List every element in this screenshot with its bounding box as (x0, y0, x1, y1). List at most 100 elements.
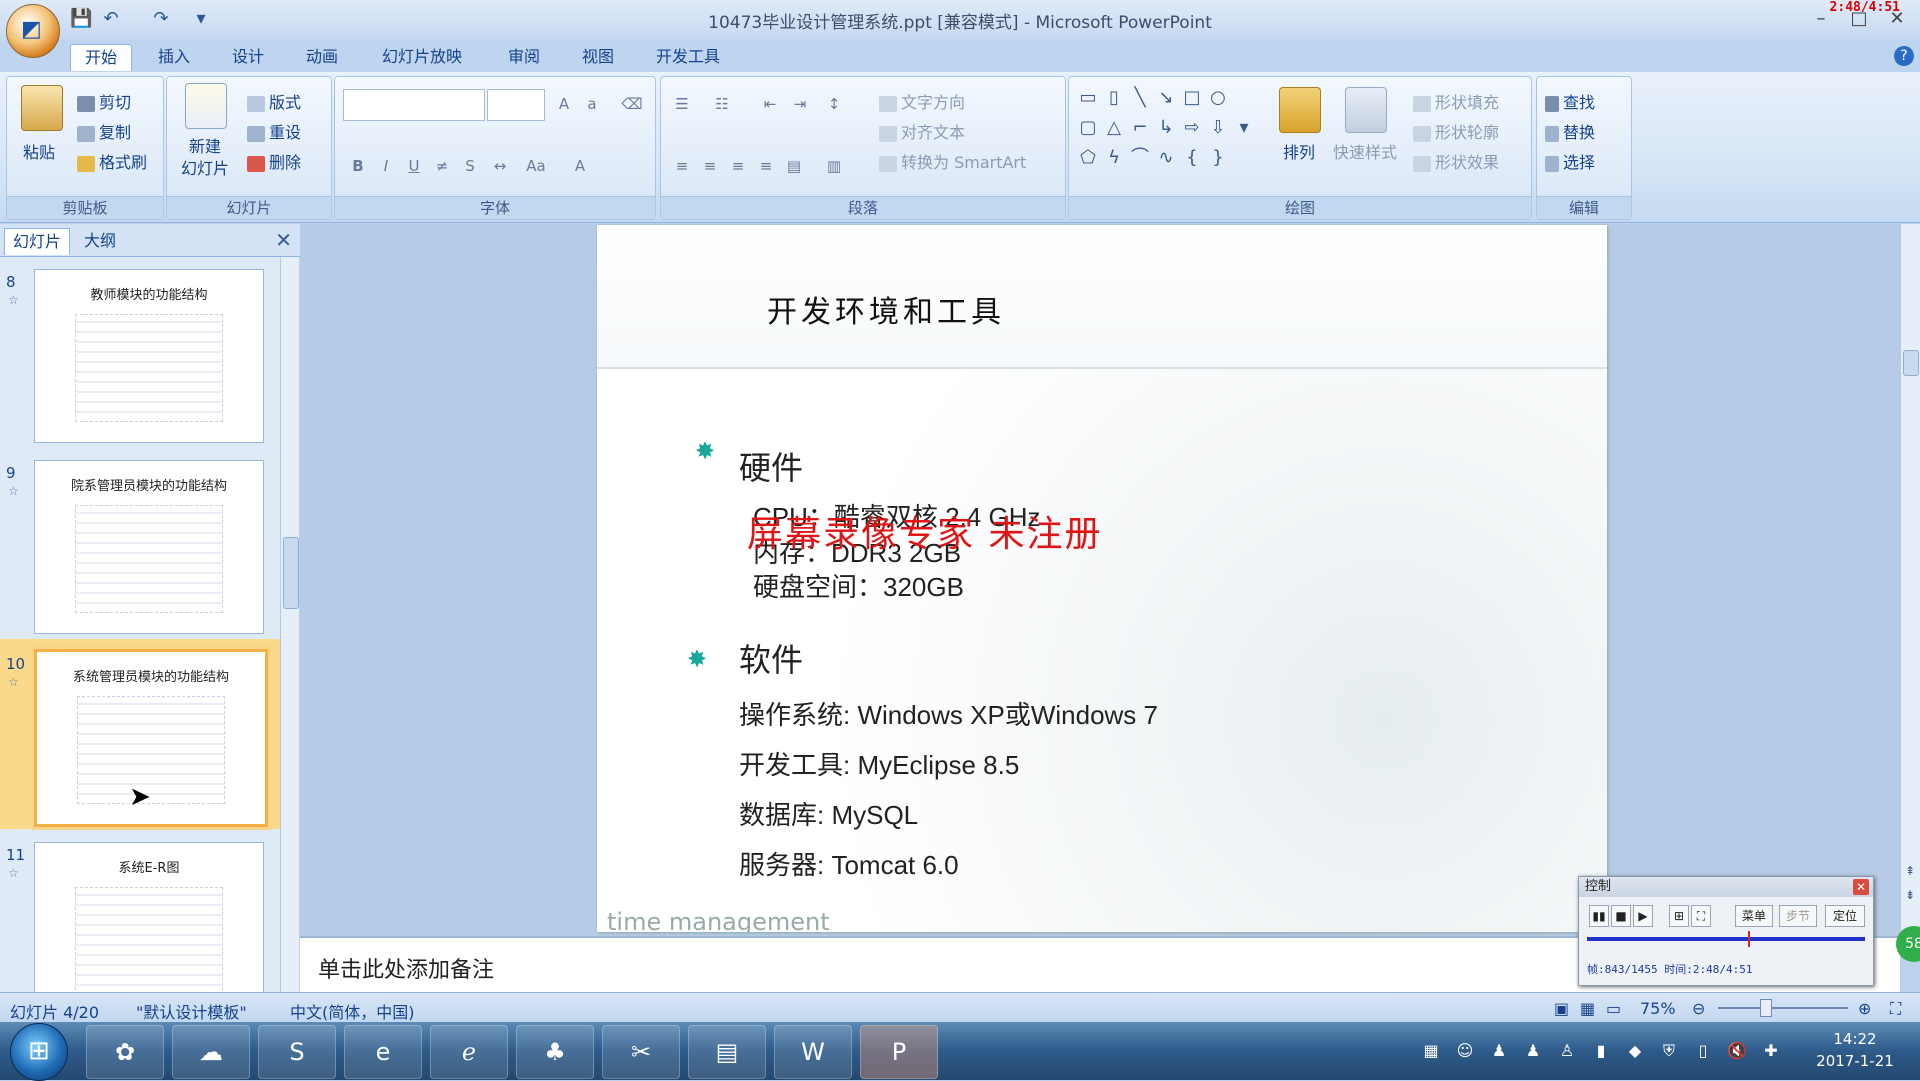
language-indicator[interactable]: 中文(简体，中国) (290, 999, 415, 1023)
tray-network-icon[interactable]: ▦ (1420, 1040, 1442, 1062)
software-item[interactable]: 服务器: Tomcat 6.0 (739, 845, 959, 882)
underline-icon[interactable]: U (401, 153, 427, 179)
arrange-button[interactable]: 排列 (1283, 139, 1315, 163)
tray-qq-icon[interactable]: ♟ (1488, 1040, 1510, 1062)
align-left-icon[interactable]: ≡ (669, 153, 695, 179)
tray-wechat-icon[interactable]: ☺ (1454, 1040, 1476, 1062)
curve-shape-icon[interactable]: ∿ (1155, 147, 1177, 169)
tab-insert[interactable]: 插入 (144, 44, 204, 70)
slide-thumbnail[interactable]: 院系管理员模块的功能结构 (34, 460, 264, 634)
zoom-slider[interactable] (1718, 1007, 1848, 1009)
zoom-slider-thumb[interactable] (1760, 999, 1772, 1017)
columns-icon[interactable]: ▥ (821, 153, 847, 179)
distribute-icon[interactable]: ▤ (781, 153, 807, 179)
grow-font-icon[interactable]: A (551, 91, 577, 117)
pane-close-icon[interactable]: ✕ (275, 228, 292, 252)
left-brace-shape-icon[interactable]: { (1181, 147, 1203, 169)
taskbar-paint-icon[interactable]: ♣ (516, 1025, 594, 1079)
shadow-icon[interactable]: S (457, 153, 483, 179)
oval-shape-icon[interactable]: ○ (1207, 87, 1229, 109)
textbox-shape-icon[interactable]: ▭ (1077, 87, 1099, 109)
font-name-combo[interactable] (343, 89, 485, 121)
tray-qq2-icon[interactable]: ♟ (1522, 1040, 1544, 1062)
increase-indent-icon[interactable]: ⇥ (787, 91, 813, 117)
taskbar-app-360-icon[interactable]: ✿ (86, 1025, 164, 1079)
save-icon[interactable]: 💾 (70, 8, 92, 30)
taskbar-ie-icon[interactable]: ℯ (430, 1025, 508, 1079)
rounded-rect-shape-icon[interactable]: ▢ (1077, 117, 1099, 139)
lightning-shape-icon[interactable]: ϟ (1103, 147, 1125, 169)
find-button[interactable]: 查找 (1545, 89, 1595, 113)
thumbnail-item-selected[interactable]: 10 ☆ 系统管理员模块的功能结构 ➤ (0, 639, 280, 829)
pentagon-shape-icon[interactable]: ⬠ (1077, 147, 1099, 169)
align-right-icon[interactable]: ≡ (725, 153, 751, 179)
elbow-arrow-shape-icon[interactable]: ↳ (1155, 117, 1177, 139)
quick-styles-button[interactable]: 快速样式 (1333, 139, 1397, 163)
next-slide-icon[interactable]: ⇟ (1905, 888, 1915, 902)
arrange-icon[interactable] (1279, 87, 1321, 133)
arrow-line-shape-icon[interactable]: ↘ (1155, 87, 1177, 109)
thumbnails-scrollbar[interactable] (280, 257, 299, 992)
shrink-font-icon[interactable]: a (579, 91, 605, 117)
tab-home[interactable]: 开始 (70, 44, 133, 71)
shape-fill-button[interactable]: 形状填充 (1413, 89, 1499, 113)
rec-progress-bar[interactable] (1587, 937, 1865, 941)
rec-menu-button[interactable]: 菜单 (1735, 905, 1773, 927)
tray-user-icon[interactable]: ♙ (1556, 1040, 1578, 1062)
shapes-more-icon[interactable]: ▾ (1233, 117, 1255, 139)
hardware-item[interactable]: 硬盘空间：320GB (753, 567, 964, 604)
redo-icon[interactable]: ↷ (150, 8, 172, 30)
section-heading-hardware[interactable]: 硬件 (739, 443, 803, 489)
triangle-shape-icon[interactable]: △ (1103, 117, 1125, 139)
char-spacing-icon[interactable]: ↔ (487, 153, 513, 179)
tab-design[interactable]: 设计 (218, 44, 278, 70)
tray-signal-icon[interactable]: ▮ (1590, 1040, 1612, 1062)
software-item[interactable]: 操作系统: Windows XP或Windows 7 (739, 695, 1158, 732)
tray-green-icon[interactable]: ◆ (1624, 1040, 1646, 1062)
decrease-indent-icon[interactable]: ⇤ (757, 91, 783, 117)
select-button[interactable]: 选择 (1545, 149, 1595, 173)
software-item[interactable]: 数据库: MySQL (739, 795, 918, 832)
slide-thumbnail[interactable]: 教师模块的功能结构 (34, 269, 264, 443)
shape-effects-button[interactable]: 形状效果 (1413, 149, 1499, 173)
slide-thumbnail[interactable]: 系统E-R图 (34, 842, 264, 992)
current-slide[interactable]: 开发环境和工具 ✸ 硬件 CPU：酷睿双核 2.4 GHz 内存：DDR3 2G… (597, 225, 1607, 932)
font-color-icon[interactable]: A (567, 153, 593, 179)
layout-button[interactable]: 版式 (247, 89, 301, 113)
line-spacing-icon[interactable]: ↕ (821, 91, 847, 117)
cut-button[interactable]: 剪切 (77, 89, 131, 113)
scrollbar-thumb[interactable] (1903, 350, 1919, 376)
tab-outline[interactable]: 大纲 (76, 228, 124, 254)
copy-button[interactable]: 复制 (77, 119, 131, 143)
quick-styles-icon[interactable] (1345, 87, 1387, 133)
software-item[interactable]: 开发工具: MyEclipse 8.5 (739, 745, 1019, 782)
reset-button[interactable]: 重设 (247, 119, 301, 143)
rec-fit-icon[interactable]: ⊞ (1669, 905, 1689, 927)
arc-shape-icon[interactable]: ⌒ (1129, 147, 1151, 169)
zoom-out-icon[interactable]: ⊖ (1692, 999, 1705, 1018)
elbow-connector-shape-icon[interactable]: ⌐ (1129, 117, 1151, 139)
rec-step-button[interactable]: 步节 (1779, 905, 1817, 927)
section-heading-software[interactable]: 软件 (739, 635, 803, 681)
taskbar-explorer-icon[interactable]: ▤ (688, 1025, 766, 1079)
taskbar-app-s-icon[interactable]: S (258, 1025, 336, 1079)
taskbar-cloud-icon[interactable]: ☁ (172, 1025, 250, 1079)
paste-button[interactable]: 粘贴 (23, 139, 55, 163)
taskbar-green-browser-icon[interactable]: e (344, 1025, 422, 1079)
tray-device-icon[interactable]: ▯ (1692, 1040, 1714, 1062)
tray-volume-muted-icon[interactable]: 🔇 (1726, 1040, 1748, 1062)
new-slide-icon[interactable] (185, 83, 227, 129)
convert-smartart-button[interactable]: 转换为 SmartArt (879, 149, 1026, 173)
rectangle-shape-icon[interactable]: □ (1181, 87, 1203, 109)
thumbnail-item[interactable]: 8 ☆ 教师模块的功能结构 (0, 257, 280, 447)
taskbar-word-icon[interactable]: W (774, 1025, 852, 1079)
theme-name[interactable]: "默认设计模板" (136, 999, 247, 1023)
slide-thumbnail[interactable]: 系统管理员模块的功能结构 ➤ (34, 649, 268, 827)
format-painter-button[interactable]: 格式刷 (77, 149, 147, 173)
delete-slide-button[interactable]: 删除 (247, 149, 301, 173)
system-clock[interactable]: 14:22 2017-1-21 (1800, 1028, 1910, 1072)
tab-review[interactable]: 审阅 (494, 44, 554, 70)
normal-view-icon[interactable]: ▣ (1554, 999, 1569, 1018)
italic-icon[interactable]: I (373, 153, 399, 179)
slide-title[interactable]: 开发环境和工具 (767, 287, 1005, 331)
